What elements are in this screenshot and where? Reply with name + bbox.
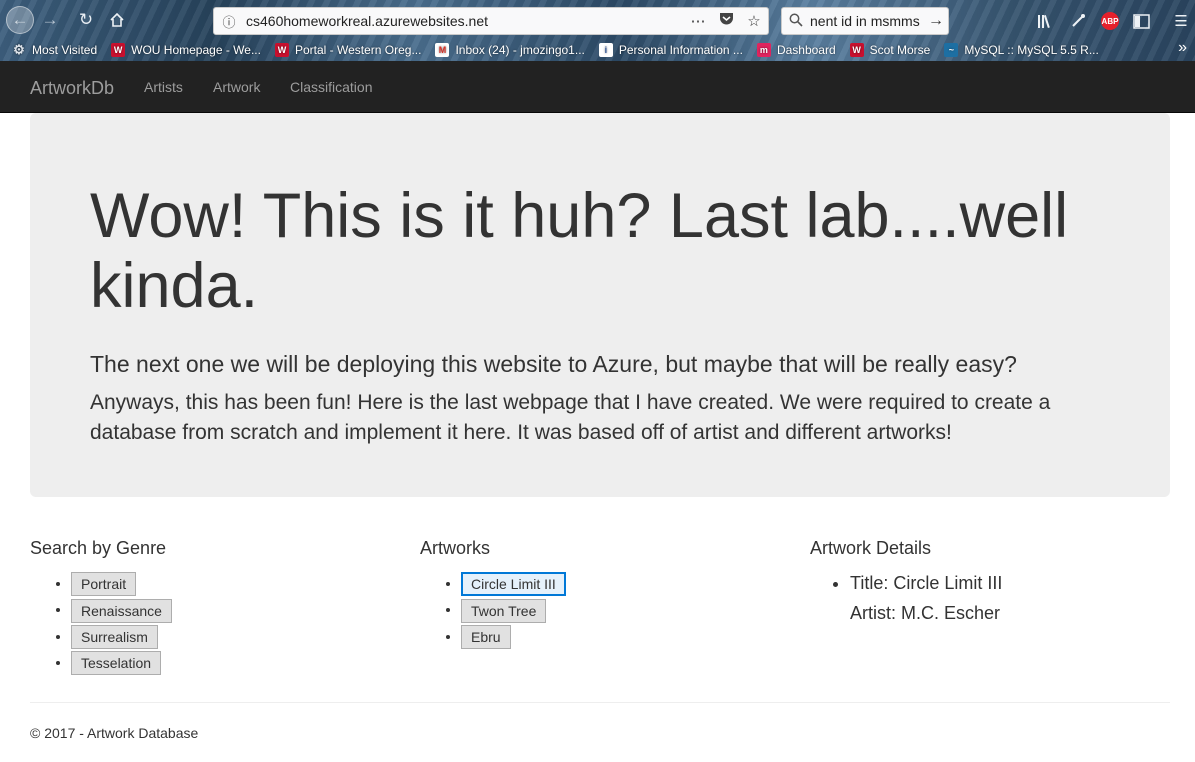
search-bar[interactable]: nent id in msmms → bbox=[781, 7, 949, 35]
shield-icon: W bbox=[274, 43, 289, 57]
gear-icon: ⚙ bbox=[13, 42, 25, 57]
bookmark-item[interactable]: ~ MySQL :: MySQL 5.5 R... bbox=[944, 43, 1099, 57]
bookmark-star-icon[interactable]: ☆ bbox=[740, 12, 768, 30]
nav-link-artwork[interactable]: Artwork bbox=[213, 79, 260, 95]
artwork-title-text: Title: Circle Limit III bbox=[850, 573, 1003, 593]
artwork-button[interactable]: Ebru bbox=[461, 624, 511, 649]
bookmark-label: Scot Morse bbox=[869, 43, 931, 57]
arrow-right-icon: → bbox=[41, 10, 59, 29]
search-go-icon[interactable]: → bbox=[924, 12, 948, 30]
url-text[interactable]: cs460homeworkreal.azurewebsites.net bbox=[244, 13, 684, 29]
page-actions-icon[interactable]: ⋯ bbox=[684, 12, 712, 30]
details-list: Title: Circle Limit III Artist: M.C. Esc… bbox=[810, 568, 1170, 628]
library-icon[interactable] bbox=[1034, 9, 1058, 33]
genre-button[interactable]: Tesselation bbox=[71, 651, 162, 676]
intro-paragraph: Anyways, this has been fun! Here is the … bbox=[90, 391, 1051, 444]
list-item: Renaissance bbox=[71, 596, 390, 623]
bookmark-item[interactable]: i Personal Information ... bbox=[598, 43, 743, 57]
bookmark-item[interactable]: W Portal - Western Oreg... bbox=[274, 43, 422, 57]
page-heading: Wow! This is it huh? Last lab....well ki… bbox=[90, 181, 1069, 321]
home-icon bbox=[110, 12, 124, 27]
genre-column: Search by Genre Portrait Renaissance Sur… bbox=[30, 538, 390, 676]
bookmark-item[interactable]: m Dashboard bbox=[756, 43, 836, 57]
list-item: Twon Tree bbox=[461, 596, 780, 623]
chevron-more-icon[interactable]: » bbox=[1178, 39, 1187, 57]
list-item: Title: Circle Limit III Artist: M.C. Esc… bbox=[850, 568, 1170, 628]
reload-button[interactable]: ↻ bbox=[72, 6, 100, 34]
artwork-button[interactable]: Circle Limit III bbox=[461, 572, 566, 597]
artworks-column: Artworks Circle Limit III Twon Tree Ebru bbox=[420, 538, 780, 649]
bookmark-item[interactable]: W Scot Morse bbox=[849, 43, 931, 57]
pocket-icon[interactable] bbox=[712, 12, 740, 30]
bookmark-item[interactable]: W WOU Homepage - We... bbox=[111, 43, 261, 57]
genre-button[interactable]: Portrait bbox=[71, 572, 137, 597]
back-button[interactable]: ← bbox=[6, 6, 34, 34]
reload-icon: ↻ bbox=[78, 10, 94, 29]
home-button[interactable] bbox=[103, 6, 131, 34]
info-icon[interactable]: ⓘ bbox=[214, 12, 244, 31]
artworks-heading: Artworks bbox=[420, 538, 491, 558]
bookmarks-bar: ⚙ Most Visited W WOU Homepage - We... W … bbox=[0, 39, 1195, 61]
shield-icon: W bbox=[111, 43, 126, 57]
artworks-list: Circle Limit III Twon Tree Ebru bbox=[420, 570, 780, 649]
forward-button[interactable]: → bbox=[36, 6, 64, 34]
bookmark-item[interactable]: ⚙ Most Visited bbox=[12, 42, 98, 57]
adblock-icon[interactable]: ABP bbox=[1101, 12, 1119, 30]
bookmark-label: Portal - Western Oreg... bbox=[294, 43, 422, 57]
m-icon: m bbox=[756, 43, 771, 57]
url-bar[interactable]: ⓘ cs460homeworkreal.azurewebsites.net ⋯ … bbox=[213, 7, 769, 35]
lead-text: The next one we will be deploying this w… bbox=[90, 351, 1017, 377]
genre-button[interactable]: Renaissance bbox=[71, 598, 172, 623]
genre-button[interactable]: Surrealism bbox=[71, 624, 158, 649]
list-item: Tesselation bbox=[71, 649, 390, 676]
arrow-left-icon: ← bbox=[11, 10, 29, 29]
menu-icon[interactable]: ☰ bbox=[1169, 9, 1193, 33]
details-heading: Artwork Details bbox=[810, 538, 932, 558]
artwork-artist-text: Artist: M.C. Escher bbox=[850, 603, 1001, 623]
list-item: Ebru bbox=[461, 623, 780, 649]
list-item: Portrait bbox=[71, 570, 390, 597]
search-icon bbox=[782, 13, 810, 30]
bookmark-label: Inbox (24) - jmozingo1... bbox=[455, 43, 585, 57]
artwork-button[interactable]: Twon Tree bbox=[461, 598, 547, 623]
shield-icon: W bbox=[849, 43, 864, 57]
bookmark-item[interactable]: M Inbox (24) - jmozingo1... bbox=[435, 43, 585, 57]
bookmark-label: MySQL :: MySQL 5.5 R... bbox=[964, 43, 1099, 57]
bookmark-label: Personal Information ... bbox=[618, 43, 743, 57]
doc-icon: i bbox=[598, 43, 613, 57]
brand-link[interactable]: ArtworkDb bbox=[30, 78, 114, 99]
details-column: Artwork Details Title: Circle Limit III … bbox=[810, 538, 1170, 628]
bookmark-label: Most Visited bbox=[32, 43, 98, 57]
bookmark-label: Dashboard bbox=[776, 43, 836, 57]
dolphin-icon: ~ bbox=[944, 43, 959, 57]
footer-divider bbox=[30, 702, 1170, 703]
mail-icon: M bbox=[435, 43, 450, 57]
eyedropper-icon[interactable] bbox=[1066, 9, 1090, 33]
search-input[interactable]: nent id in msmms bbox=[810, 13, 924, 29]
footer-text: © 2017 - Artwork Database bbox=[30, 725, 199, 741]
genre-list: Portrait Renaissance Surrealism Tesselat… bbox=[30, 570, 390, 676]
list-item: Surrealism bbox=[71, 623, 390, 649]
list-item: Circle Limit III bbox=[461, 570, 780, 597]
browser-toolbar: ← → ↻ ⓘ cs460homeworkreal.azurewebsites.… bbox=[0, 0, 1195, 61]
nav-link-classification[interactable]: Classification bbox=[290, 79, 372, 95]
bookmark-label: WOU Homepage - We... bbox=[131, 43, 261, 57]
genre-heading: Search by Genre bbox=[30, 538, 167, 558]
jumbotron: Wow! This is it huh? Last lab....well ki… bbox=[30, 113, 1170, 497]
nav-link-artists[interactable]: Artists bbox=[144, 79, 183, 95]
sidebar-icon[interactable] bbox=[1129, 9, 1153, 33]
site-navbar: ArtworkDb Artists Artwork Classification bbox=[0, 61, 1195, 113]
